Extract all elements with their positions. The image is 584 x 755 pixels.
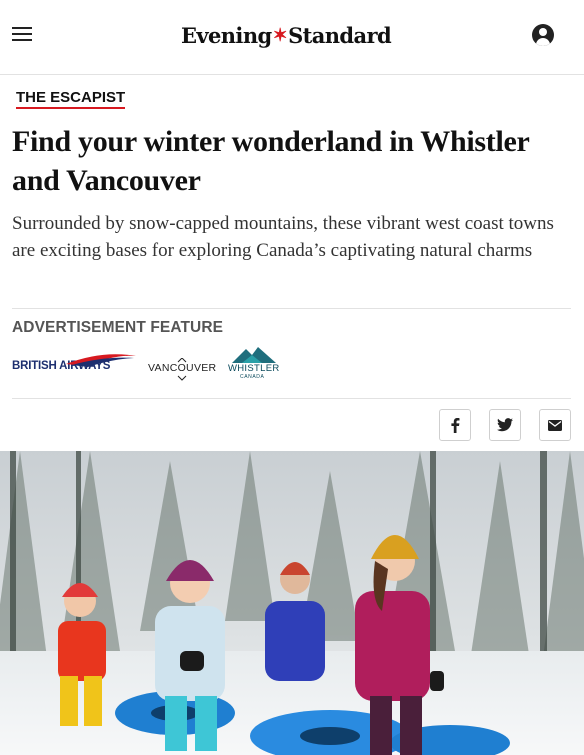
- whistler-logo-subtext: CANADA: [240, 374, 265, 380]
- divider: [12, 308, 571, 309]
- facebook-icon: [451, 418, 460, 433]
- email-icon: [548, 419, 562, 431]
- vancouver-logo[interactable]: VANCOUVER: [148, 358, 216, 382]
- winter-tubing-photo: [0, 451, 584, 755]
- twitter-icon: [497, 418, 513, 432]
- site-header: Evening ✶ Standard: [0, 0, 584, 75]
- user-account-icon[interactable]: [532, 24, 554, 46]
- logo-star-icon: ✶: [272, 24, 288, 46]
- british-airways-logo[interactable]: BRITISH AIRWAYS: [12, 352, 138, 376]
- divider: [12, 398, 571, 399]
- section-tag[interactable]: THE ESCAPIST: [16, 89, 126, 109]
- share-email-button[interactable]: [539, 409, 571, 441]
- logo-word-standard: Standard: [288, 22, 392, 48]
- article-standfirst: Surrounded by snow-capped mountains, the…: [12, 213, 554, 261]
- whistler-logo-text: WHISTLER: [228, 363, 280, 374]
- whistler-mountain-icon: [232, 347, 276, 363]
- share-facebook-button[interactable]: [439, 409, 471, 441]
- site-logo[interactable]: Evening ✶ Standard: [181, 20, 392, 50]
- article-headline: Find your winter wonderland in Whistler …: [12, 125, 530, 197]
- logo-word-evening: Evening: [181, 22, 272, 48]
- share-twitter-button[interactable]: [489, 409, 521, 441]
- advertisement-label: ADVERTISEMENT FEATURE: [12, 319, 224, 336]
- vancouver-mark-icon: [177, 358, 187, 381]
- ba-speedmarque-icon: [66, 354, 136, 367]
- hero-image[interactable]: [0, 451, 584, 755]
- hamburger-menu-icon[interactable]: [12, 27, 32, 43]
- whistler-logo[interactable]: WHISTLER CANADA: [226, 347, 280, 381]
